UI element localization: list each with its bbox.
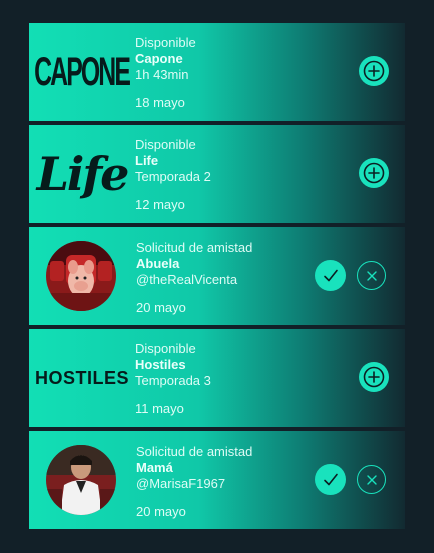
reject-button[interactable] xyxy=(357,465,386,494)
avatar xyxy=(46,445,116,515)
accept-button[interactable] xyxy=(315,464,346,495)
notification-kind: Solicitud de amistad xyxy=(136,444,253,459)
notification-card-capone[interactable]: CAPONE Disponible Capone 1h 43min 18 may… xyxy=(29,23,405,121)
check-icon xyxy=(323,473,338,485)
notification-subtitle: @MarisaF1967 xyxy=(136,476,226,491)
notification-text: Disponible Life Temporada 2 12 mayo xyxy=(135,137,211,213)
notification-text: Solicitud de amistad Abuela @theRealVice… xyxy=(136,240,252,316)
notification-title: Mamá xyxy=(136,460,173,475)
notification-kind: Disponible xyxy=(135,341,196,356)
add-button[interactable] xyxy=(359,56,389,86)
avatar xyxy=(46,241,116,311)
notifications-list: CAPONE Disponible Capone 1h 43min 18 may… xyxy=(29,23,405,533)
notification-card-hostiles[interactable]: HOSTILES Disponible Hostiles Temporada 3… xyxy=(29,329,405,427)
notification-card-life[interactable]: Life Disponible Life Temporada 2 12 mayo xyxy=(29,125,405,223)
notification-title: Abuela xyxy=(136,256,180,271)
notification-date: 12 mayo xyxy=(135,197,185,212)
add-button[interactable] xyxy=(359,362,389,392)
accept-button[interactable] xyxy=(315,260,346,291)
hostiles-logo: HOSTILES xyxy=(35,367,130,388)
notification-text: Disponible Hostiles Temporada 3 11 mayo xyxy=(135,341,211,417)
notification-date: 20 mayo xyxy=(136,504,186,519)
notification-date: 18 mayo xyxy=(135,95,185,110)
x-icon xyxy=(366,474,377,485)
plus-circle-icon xyxy=(363,60,385,82)
life-logo: Life xyxy=(36,147,130,201)
notification-card-friend-mama[interactable]: Solicitud de amistad Mamá @MarisaF1967 2… xyxy=(29,431,405,529)
notification-date: 11 mayo xyxy=(135,401,184,416)
reject-button[interactable] xyxy=(357,261,386,290)
notification-subtitle: 1h 43min xyxy=(135,67,189,82)
plus-circle-icon xyxy=(363,162,385,184)
notification-subtitle: @theRealVicenta xyxy=(136,272,238,287)
check-icon xyxy=(323,269,338,281)
plus-circle-icon xyxy=(363,366,385,388)
notification-text: Disponible Capone 1h 43min 18 mayo xyxy=(135,35,196,111)
notification-title: Hostiles xyxy=(135,357,186,372)
notification-title: Life xyxy=(135,153,159,168)
capone-logo: CAPONE xyxy=(34,49,132,94)
notification-date: 20 mayo xyxy=(136,300,186,315)
add-button[interactable] xyxy=(359,158,389,188)
notification-kind: Disponible xyxy=(135,35,196,50)
notification-kind: Disponible xyxy=(135,137,196,152)
notification-subtitle: Temporada 3 xyxy=(135,373,211,388)
x-icon xyxy=(366,270,377,281)
notification-card-friend-abuela[interactable]: Solicitud de amistad Abuela @theRealVice… xyxy=(29,227,405,325)
notification-subtitle: Temporada 2 xyxy=(135,169,211,184)
notification-kind: Solicitud de amistad xyxy=(136,240,253,255)
notification-title: Capone xyxy=(135,51,183,66)
notification-text: Solicitud de amistad Mamá @MarisaF1967 2… xyxy=(136,444,252,520)
